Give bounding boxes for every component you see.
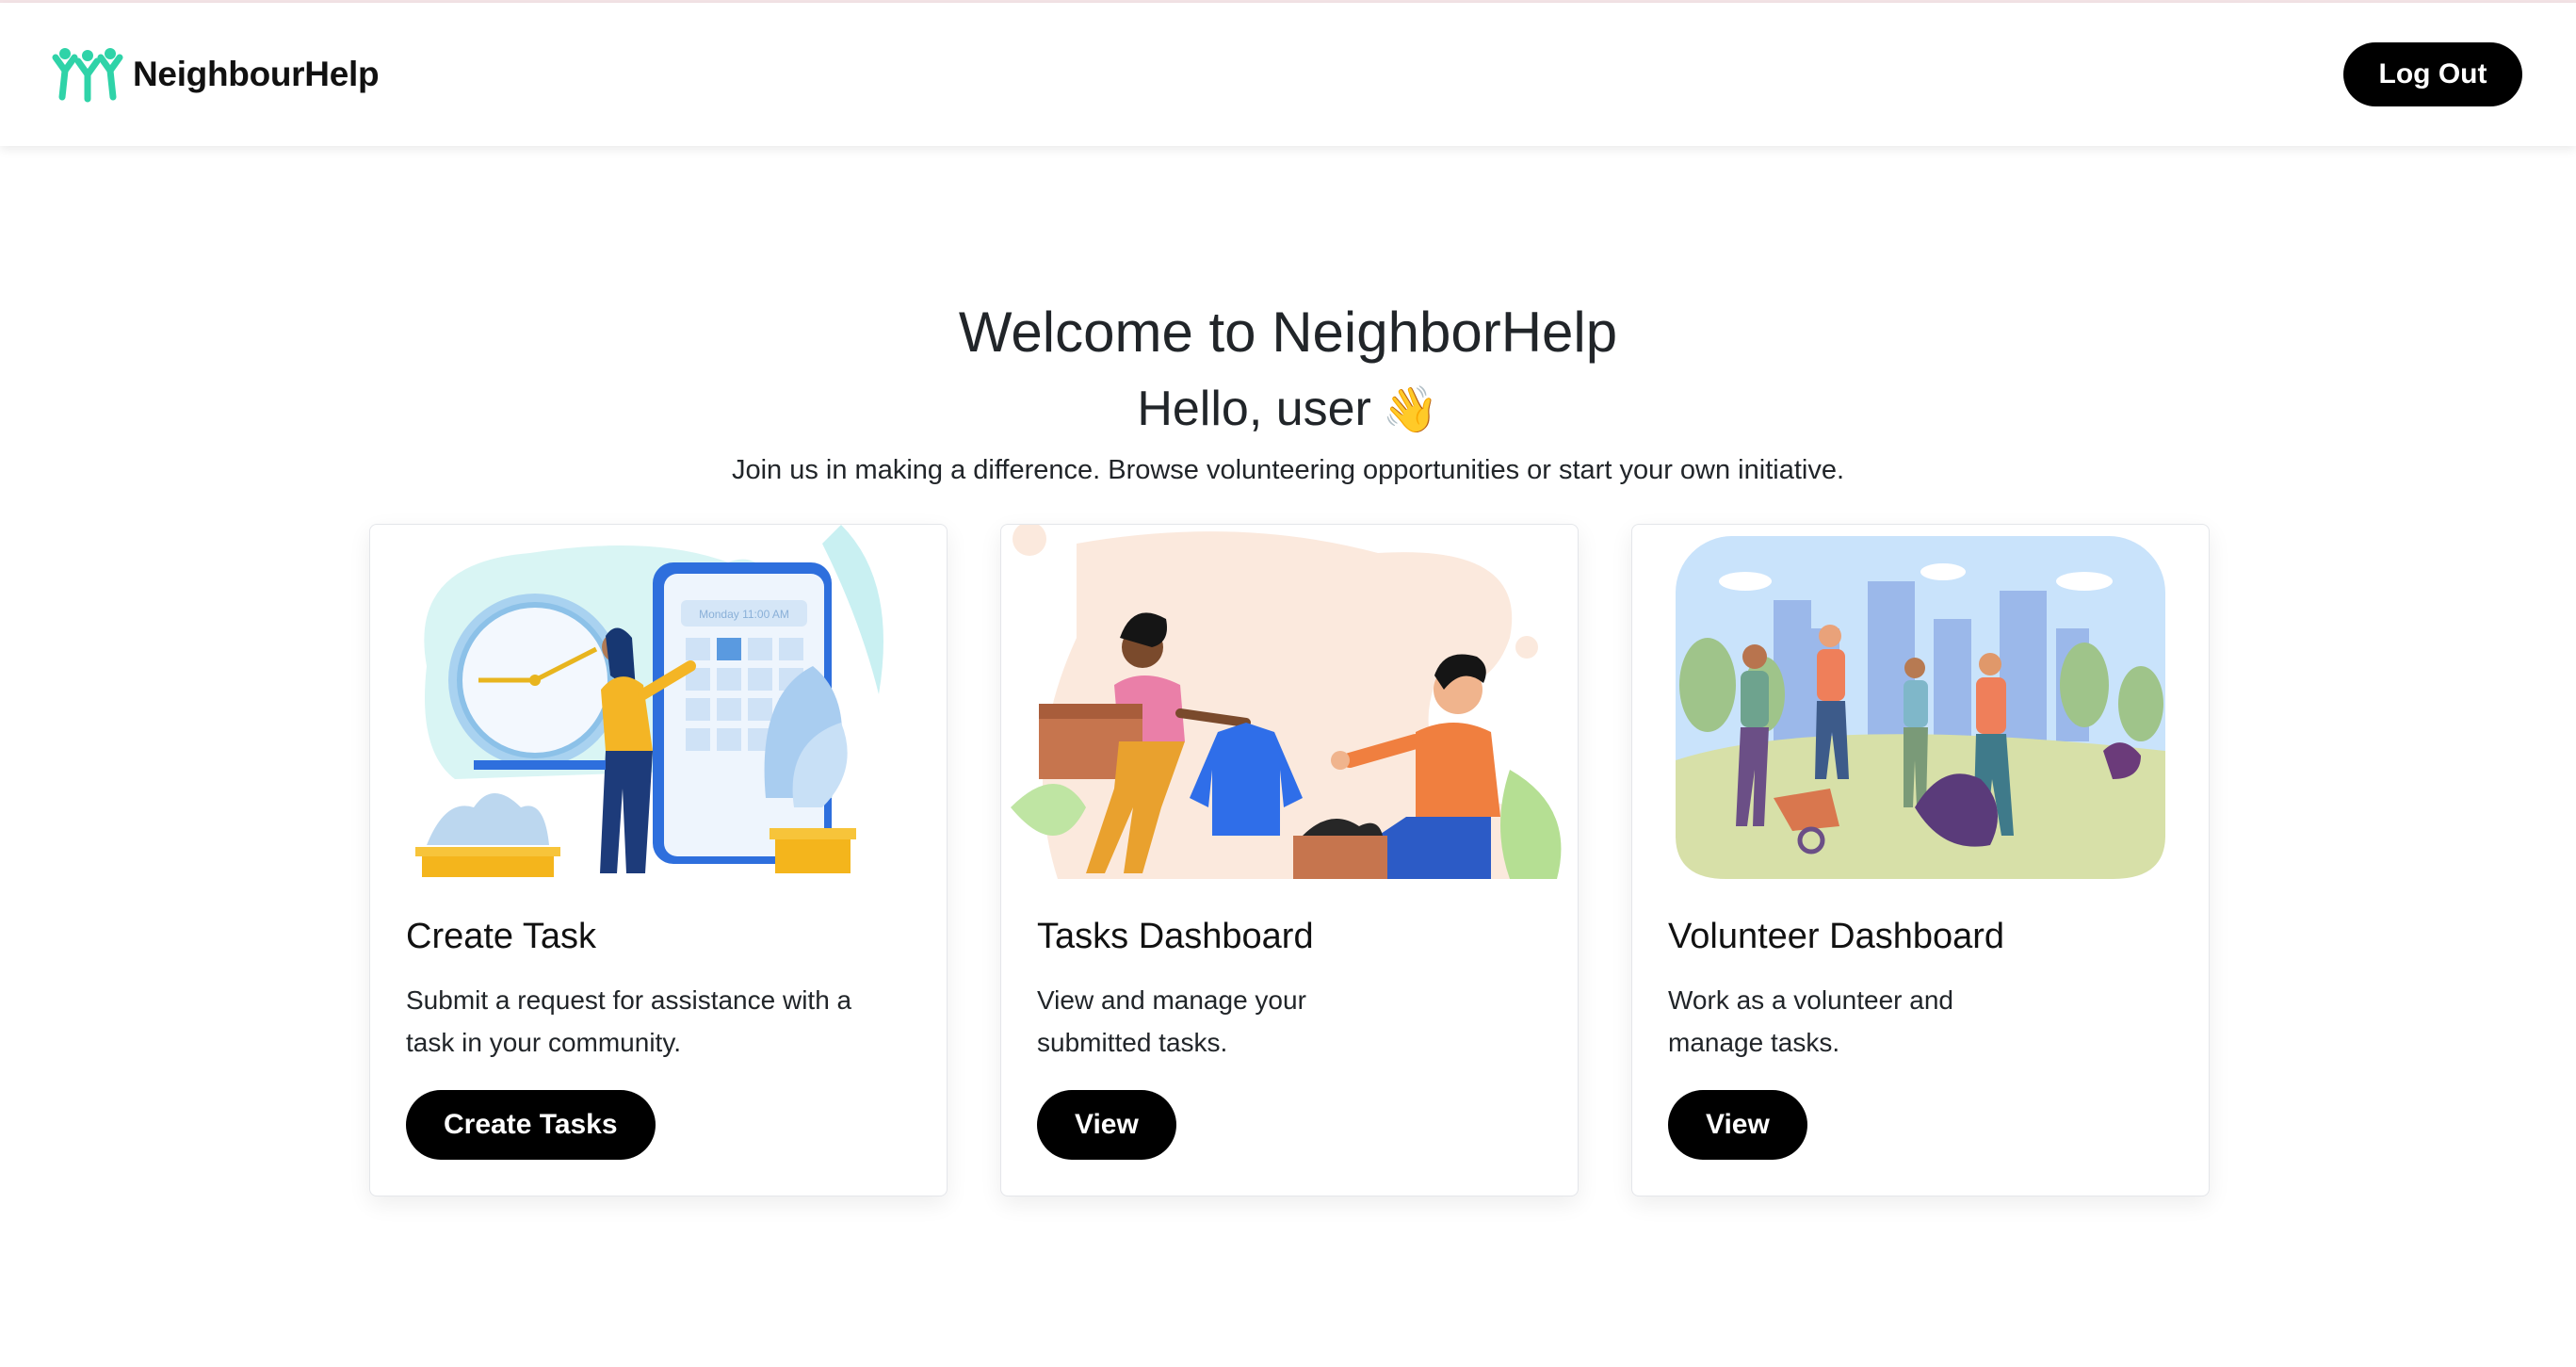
card-title: Create Task [406, 917, 597, 956]
logout-button[interactable]: Log Out [2343, 42, 2522, 106]
navbar: NeighbourHelp Log Out [0, 3, 2576, 146]
calendar-scheduling-illustration: Monday 11:00 AM [415, 525, 883, 877]
view-tasks-button[interactable]: View [1037, 1090, 1176, 1160]
card-title: Tasks Dashboard [1037, 917, 1314, 956]
donation-illustration [1011, 525, 1562, 879]
card-title: Volunteer Dashboard [1668, 917, 2005, 956]
create-tasks-button[interactable]: Create Tasks [406, 1090, 656, 1160]
card-description: Submit a request for assistance with a t… [406, 985, 852, 1057]
brand-name: NeighbourHelp [133, 55, 380, 93]
greeting-heading: Hello, user 👋 [0, 381, 2576, 437]
people-logo-icon [52, 48, 123, 103]
svg-text:Monday 11:00 AM: Monday 11:00 AM [699, 608, 789, 621]
card-description: View and manage your submitted tasks. [1037, 985, 1306, 1057]
card-create-task: Monday 11:00 AM Create Task Submit a req… [369, 524, 948, 1196]
card-volunteer-dashboard: Volunteer Dashboard Work as a volunteer … [1631, 524, 2210, 1196]
card-description: Work as a volunteer and manage tasks. [1668, 985, 1953, 1057]
view-volunteer-button[interactable]: View [1668, 1090, 1807, 1160]
volunteers-cleanup-illustration [1676, 536, 2165, 879]
brand[interactable]: NeighbourHelp [52, 46, 380, 103]
card-tasks-dashboard: Tasks Dashboard View and manage your sub… [1000, 524, 1579, 1196]
waving-hand-icon: 👋 [1382, 385, 1439, 435]
welcome-heading: Welcome to NeighborHelp [958, 301, 1618, 364]
greeting-text: Hello, user [1137, 382, 1371, 436]
intro-text: Join us in making a difference. Browse v… [731, 455, 1845, 485]
